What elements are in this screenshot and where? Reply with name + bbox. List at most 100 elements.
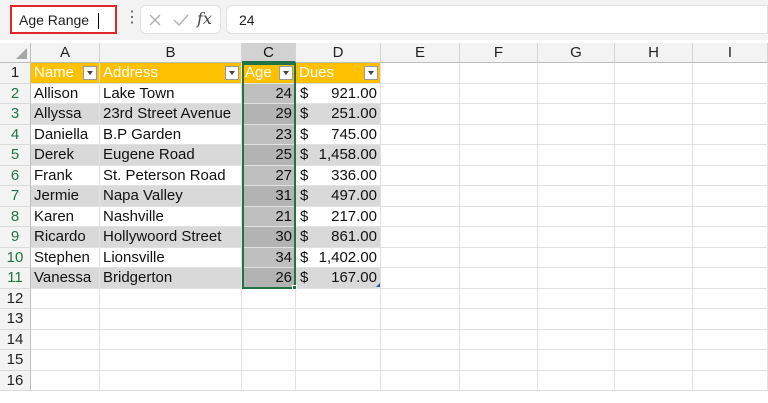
cell-i1[interactable]	[693, 63, 768, 84]
cell-b1[interactable]: Address	[100, 63, 242, 84]
cell-d6[interactable]: $336.00	[296, 165, 381, 186]
check-icon[interactable]	[172, 12, 190, 28]
column-header-e[interactable]: E	[381, 43, 460, 63]
cancel-icon[interactable]	[147, 12, 163, 28]
cell-a14[interactable]	[31, 329, 100, 350]
cell-d12[interactable]	[296, 288, 381, 309]
cell-i15[interactable]	[693, 350, 768, 371]
cell-b8[interactable]: Nashville	[100, 206, 242, 227]
formula-input[interactable]: 24	[226, 5, 768, 34]
cell-f11[interactable]	[460, 268, 538, 289]
cell-c10[interactable]: 34	[242, 247, 296, 268]
cell-g15[interactable]	[538, 350, 615, 371]
cell-e2[interactable]	[381, 83, 460, 104]
filter-dropdown-icon[interactable]	[83, 66, 97, 80]
cell-c2[interactable]: 24	[242, 83, 296, 104]
row-header-16[interactable]: 16	[0, 370, 31, 391]
cell-c6[interactable]: 27	[242, 165, 296, 186]
cell-g13[interactable]	[538, 309, 615, 330]
cell-h2[interactable]	[615, 83, 693, 104]
cell-e11[interactable]	[381, 268, 460, 289]
column-header-b[interactable]: B	[100, 43, 242, 63]
cell-a3[interactable]: Allyssa	[31, 104, 100, 125]
cell-c1[interactable]: Age	[242, 63, 296, 84]
cell-b5[interactable]: Eugene Road	[100, 145, 242, 166]
cell-a2[interactable]: Allison	[31, 83, 100, 104]
row-header-9[interactable]: 9	[0, 227, 31, 248]
cell-b3[interactable]: 23rd Street Avenue	[100, 104, 242, 125]
cell-f4[interactable]	[460, 124, 538, 145]
cell-h13[interactable]	[615, 309, 693, 330]
table-resize-handle[interactable]	[376, 283, 380, 287]
cell-i16[interactable]	[693, 370, 768, 391]
cell-e5[interactable]	[381, 145, 460, 166]
cell-a9[interactable]: Ricardo	[31, 227, 100, 248]
cell-f5[interactable]	[460, 145, 538, 166]
cell-g16[interactable]	[538, 370, 615, 391]
cell-d8[interactable]: $217.00	[296, 206, 381, 227]
cell-g7[interactable]	[538, 186, 615, 207]
cell-f2[interactable]	[460, 83, 538, 104]
cell-i6[interactable]	[693, 165, 768, 186]
cell-h11[interactable]	[615, 268, 693, 289]
cell-a1[interactable]: Name	[31, 63, 100, 84]
cell-i11[interactable]	[693, 268, 768, 289]
filter-dropdown-icon[interactable]	[364, 66, 378, 80]
row-header-3[interactable]: 3	[0, 104, 31, 125]
cell-h1[interactable]	[615, 63, 693, 84]
cell-h5[interactable]	[615, 145, 693, 166]
cell-d16[interactable]	[296, 370, 381, 391]
cell-g5[interactable]	[538, 145, 615, 166]
cell-f7[interactable]	[460, 186, 538, 207]
cell-g11[interactable]	[538, 268, 615, 289]
cell-c16[interactable]	[242, 370, 296, 391]
cell-c15[interactable]	[242, 350, 296, 371]
cell-i14[interactable]	[693, 329, 768, 350]
cell-i4[interactable]	[693, 124, 768, 145]
cell-f10[interactable]	[460, 247, 538, 268]
cell-d3[interactable]: $251.00	[296, 104, 381, 125]
cell-h15[interactable]	[615, 350, 693, 371]
row-header-13[interactable]: 13	[0, 309, 31, 330]
cell-d5[interactable]: $1,458.00	[296, 145, 381, 166]
cell-d15[interactable]	[296, 350, 381, 371]
cell-e4[interactable]	[381, 124, 460, 145]
row-header-12[interactable]: 12	[0, 288, 31, 309]
cell-g9[interactable]	[538, 227, 615, 248]
cell-b12[interactable]	[100, 288, 242, 309]
more-options-icon[interactable]: ⋮	[124, 9, 140, 29]
cell-d7[interactable]: $497.00	[296, 186, 381, 207]
cell-f1[interactable]	[460, 63, 538, 84]
cell-c13[interactable]	[242, 309, 296, 330]
row-header-14[interactable]: 14	[0, 329, 31, 350]
cell-d10[interactable]: $1,402.00	[296, 247, 381, 268]
cell-h14[interactable]	[615, 329, 693, 350]
cell-g2[interactable]	[538, 83, 615, 104]
column-header-g[interactable]: G	[538, 43, 615, 63]
cell-h3[interactable]	[615, 104, 693, 125]
cell-c9[interactable]: 30	[242, 227, 296, 248]
cell-f6[interactable]	[460, 165, 538, 186]
row-header-8[interactable]: 8	[0, 206, 31, 227]
cell-f8[interactable]	[460, 206, 538, 227]
cell-b14[interactable]	[100, 329, 242, 350]
cell-g1[interactable]	[538, 63, 615, 84]
cell-c11[interactable]: 26	[242, 268, 296, 289]
cell-b10[interactable]: Lionsville	[100, 247, 242, 268]
row-header-7[interactable]: 7	[0, 186, 31, 207]
cell-a7[interactable]: Jermie	[31, 186, 100, 207]
cell-e15[interactable]	[381, 350, 460, 371]
cell-e16[interactable]	[381, 370, 460, 391]
column-header-c[interactable]: C	[242, 43, 296, 63]
row-header-1[interactable]: 1	[0, 63, 31, 84]
filter-dropdown-icon[interactable]	[225, 66, 239, 80]
cell-i9[interactable]	[693, 227, 768, 248]
cell-b4[interactable]: B.P Garden	[100, 124, 242, 145]
cell-e9[interactable]	[381, 227, 460, 248]
cell-a15[interactable]	[31, 350, 100, 371]
cell-g12[interactable]	[538, 288, 615, 309]
cell-d4[interactable]: $745.00	[296, 124, 381, 145]
cell-i3[interactable]	[693, 104, 768, 125]
cell-f14[interactable]	[460, 329, 538, 350]
cell-e13[interactable]	[381, 309, 460, 330]
